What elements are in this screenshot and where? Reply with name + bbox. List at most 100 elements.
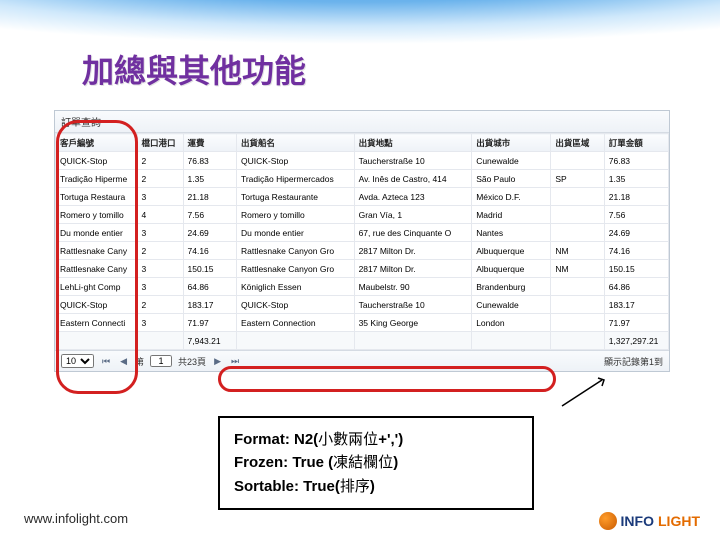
- cell-customer: Eastern Connecti: [56, 314, 138, 332]
- table-row[interactable]: Du monde entier324.69Du monde entier67, …: [56, 224, 669, 242]
- header-freight[interactable]: 運費: [183, 134, 236, 152]
- data-grid: 客戶編號 檔口港口 運費 出貨船名 出貨地點 出貨城市 出貨區域 訂單金額 QU…: [55, 133, 669, 350]
- cell-shipaddr: Avda. Azteca 123: [354, 188, 472, 206]
- cell-shipaddr: 35 King George: [354, 314, 472, 332]
- summary-row: 7,943.21 1,327,297.21: [56, 332, 669, 350]
- pager-page-input[interactable]: [150, 355, 172, 367]
- cell-shipname: Rattlesnake Canyon Gro: [236, 260, 354, 278]
- table-row[interactable]: Eastern Connecti371.97Eastern Connection…: [56, 314, 669, 332]
- cell-shipcity: Cunewalde: [472, 296, 551, 314]
- cell-amount: 74.16: [604, 242, 668, 260]
- cell-freight: 1.35: [183, 170, 236, 188]
- header-shipname[interactable]: 出貨船名: [236, 134, 354, 152]
- cell-amount: 150.15: [604, 260, 668, 278]
- cell-port: 2: [137, 242, 183, 260]
- table-row[interactable]: QUICK-Stop2183.17QUICK-StopTaucherstraße…: [56, 296, 669, 314]
- logo-text-sub: LIGHT: [658, 513, 700, 529]
- cell-amount: 64.86: [604, 278, 668, 296]
- table-row[interactable]: Rattlesnake Cany2 74.16 Rattlesnake Canyon…: [56, 242, 669, 260]
- header-customer[interactable]: 客戶編號: [56, 134, 138, 152]
- cell-shipaddr: Maubelstr. 90: [354, 278, 472, 296]
- cell-shipregion: [551, 296, 604, 314]
- cell-freight: 7.56: [183, 206, 236, 224]
- brand-logo: INFOLIGHT: [599, 512, 700, 530]
- cell-shipregion: [551, 188, 604, 206]
- cell-shipname: QUICK-Stop: [236, 152, 354, 170]
- cell-shipcity: Nantes: [472, 224, 551, 242]
- table-row[interactable]: Tradição Hiperme21.35Tradição Hipermerca…: [56, 170, 669, 188]
- cell-shipcity: México D.F.: [472, 188, 551, 206]
- header-shipregion[interactable]: 出貨區域: [551, 134, 604, 152]
- cell-shipregion: [551, 152, 604, 170]
- cell-customer: Rattlesnake Cany: [56, 260, 138, 278]
- table-row[interactable]: Romero y tomillo47.56Romero y tomilloGra…: [56, 206, 669, 224]
- cell-shipregion: [551, 206, 604, 224]
- pager-prev-icon[interactable]: ◀: [118, 356, 129, 367]
- cell-port: 2: [137, 170, 183, 188]
- table-row[interactable]: Rattlesnake Cany3150.15Rattlesnake Canyo…: [56, 260, 669, 278]
- cell-shipname: Romero y tomillo: [236, 206, 354, 224]
- sum-freight: 7,943.21: [183, 332, 236, 350]
- cell-shipcity: Cunewalde: [472, 152, 551, 170]
- slide-title: 加總與其他功能: [82, 46, 306, 92]
- cell-customer: LehLi-ght Comp: [56, 278, 138, 296]
- sum-amount: 1,327,297.21: [604, 332, 668, 350]
- table-row[interactable]: LehLi-ght Comp364.86Königlich EssenMaube…: [56, 278, 669, 296]
- header-shipaddr[interactable]: 出貨地點: [354, 134, 472, 152]
- table-row[interactable]: Tortuga Restaura321.18Tortuga Restaurant…: [56, 188, 669, 206]
- header-port[interactable]: 檔口港口: [137, 134, 183, 152]
- header-shipcity[interactable]: 出貨城市: [472, 134, 551, 152]
- callout-line-format: Format: N2(小數兩位+','): [234, 428, 518, 451]
- cell-shipregion: SP: [551, 170, 604, 188]
- cell-customer: Rattlesnake Cany: [56, 242, 138, 260]
- cell-shipregion: [551, 314, 604, 332]
- cell-amount: 7.56: [604, 206, 668, 224]
- cell-amount: 183.17: [604, 296, 668, 314]
- cell-shipcity: Brandenburg: [472, 278, 551, 296]
- pagesize-select[interactable]: 10: [61, 354, 94, 368]
- cell-port: 3: [137, 278, 183, 296]
- cell-amount: 1.35: [604, 170, 668, 188]
- cell-amount: 21.18: [604, 188, 668, 206]
- cell-shipregion: NM: [551, 260, 604, 278]
- cell-shipname: Rattlesnake Canyon Gro: [236, 242, 354, 260]
- pager-last-icon[interactable]: ⏭: [229, 356, 241, 367]
- cell-port: 3: [137, 188, 183, 206]
- pager-next-icon[interactable]: ▶: [212, 356, 223, 367]
- pager-first-icon[interactable]: ⏮: [100, 356, 112, 367]
- cell-customer: Tortuga Restaura: [56, 188, 138, 206]
- cell-port: 4: [137, 206, 183, 224]
- cell-customer: QUICK-Stop: [56, 152, 138, 170]
- cell-port: 3: [137, 314, 183, 332]
- cell-shipaddr: 67, rue des Cinquante O: [354, 224, 472, 242]
- cell-customer: Romero y tomillo: [56, 206, 138, 224]
- cell-shipaddr: Av. Inês de Castro, 414: [354, 170, 472, 188]
- cell-shipname: Tradição Hipermercados: [236, 170, 354, 188]
- cell-freight: 24.69: [183, 224, 236, 242]
- logo-text-main: INFO: [621, 513, 654, 529]
- cell-shipaddr: Taucherstraße 10: [354, 152, 472, 170]
- cell-port: 2: [137, 152, 183, 170]
- cell-shipaddr: 2817 Milton Dr.: [354, 242, 472, 260]
- cell-amount: 24.69: [604, 224, 668, 242]
- cell-shipcity: Madrid: [472, 206, 551, 224]
- cell-shipcity: Albuquerque: [472, 242, 551, 260]
- footer-url: www.infolight.com: [24, 511, 128, 526]
- callout-line-frozen: Frozen: True (凍結欄位): [234, 451, 518, 474]
- cell-shipregion: [551, 224, 604, 242]
- cell-freight: 71.97: [183, 314, 236, 332]
- panel-title: 訂單查詢: [55, 111, 669, 133]
- cell-amount: 71.97: [604, 314, 668, 332]
- cell-freight: 64.86: [183, 278, 236, 296]
- cell-freight: 150.15: [183, 260, 236, 278]
- cell-shipaddr: 2817 Milton Dr.: [354, 260, 472, 278]
- cell-port: 2: [137, 296, 183, 314]
- cell-shipregion: [551, 278, 604, 296]
- table-row[interactable]: QUICK-Stop276.83QUICK-StopTaucherstraße …: [56, 152, 669, 170]
- cell-shipcity: London: [472, 314, 551, 332]
- grid-panel: 訂單查詢 客戶編號 檔口港口 運費 出貨船名 出貨地點 出貨城市 出貨區域 訂單…: [54, 110, 670, 372]
- cell-shipregion: NM: [551, 242, 604, 260]
- cell-shipaddr: Taucherstraße 10: [354, 296, 472, 314]
- cell-shipname: Königlich Essen: [236, 278, 354, 296]
- header-amount[interactable]: 訂單金額: [604, 134, 668, 152]
